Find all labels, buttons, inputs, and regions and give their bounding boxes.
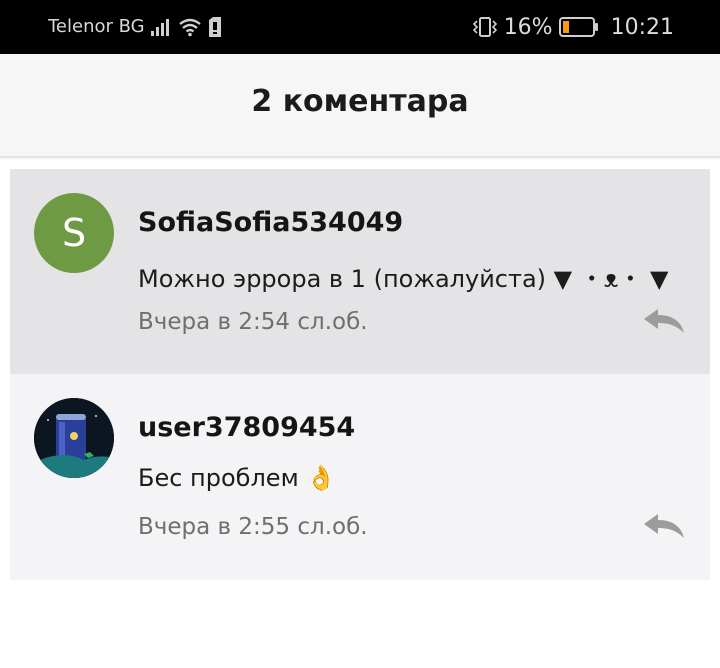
avatar[interactable]: S [34,193,114,273]
reply-icon[interactable] [642,305,686,335]
comment-text: Бес проблем 👌 [138,464,337,492]
comment-item[interactable]: S SofiaSofia534049 Можно эррора в 1 (пож… [10,169,710,375]
battery-percent: 16% [503,14,553,40]
wifi-icon [179,18,201,37]
sim-icon [209,17,221,37]
comments-header: 2 коментара [0,54,720,158]
status-bar: Telenor BG 16% 10:21 [0,0,720,54]
status-icons-right: 16% 10:21 [472,12,674,42]
comment-item[interactable]: user37809454 Бес проблем 👌 Вчера в 2:55 … [10,374,710,580]
comment-username[interactable]: user37809454 [138,412,355,443]
carrier-label: Telenor BG [48,16,145,37]
comment-username[interactable]: SofiaSofia534049 [138,207,403,238]
avatar[interactable] [34,398,114,478]
signal-icon [151,19,169,36]
comment-text: Можно эррора в 1 (пожалуйста) ▼ ・ᴥ・ ▼ [138,265,669,293]
vibrate-icon [472,17,497,37]
comment-timestamp: Вчера в 2:55 сл.об. [138,514,368,540]
comment-timestamp: Вчера в 2:54 сл.об. [138,309,368,335]
clock: 10:21 [610,14,674,40]
reply-icon[interactable] [642,510,686,540]
status-icons-left [150,14,222,40]
battery-icon [558,17,598,37]
can-avatar-image [34,398,114,478]
page-title: 2 коментара [251,84,469,119]
avatar-letter: S [61,211,87,255]
